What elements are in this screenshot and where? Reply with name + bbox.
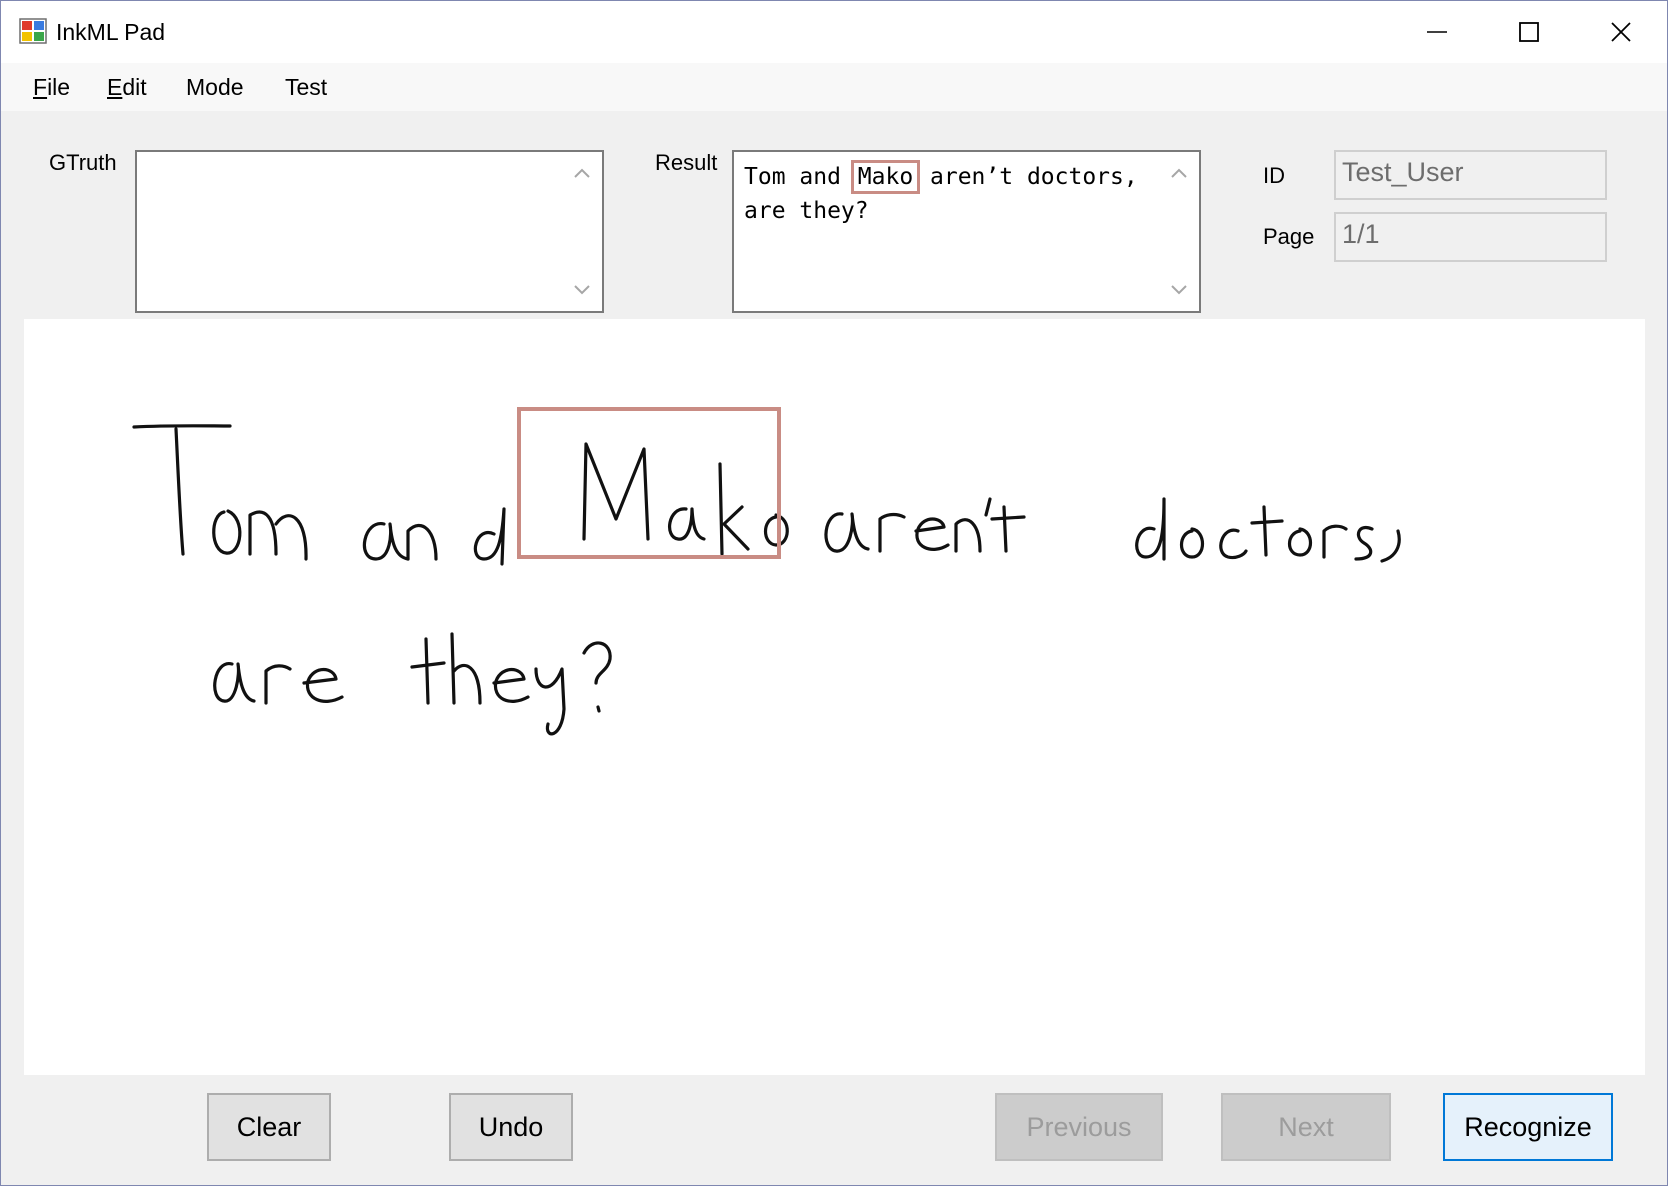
- window-title: InkML Pad: [56, 19, 166, 45]
- menu-edit-mnemonic: E: [107, 74, 123, 100]
- id-field: Test_User: [1334, 150, 1607, 200]
- menu-edit-rest: dit: [122, 74, 147, 100]
- maximize-icon: [1519, 22, 1539, 42]
- undo-button[interactable]: Undo: [449, 1093, 573, 1161]
- page-field: 1/1: [1334, 212, 1607, 262]
- id-label: ID: [1263, 163, 1285, 188]
- result-label: Result: [655, 150, 718, 175]
- result-highlighted-word: Mako: [850, 160, 921, 194]
- minimize-icon: [1427, 31, 1447, 33]
- gtruth-scrollbar[interactable]: [564, 154, 600, 309]
- menu-bar: File Edit Mode Test: [1, 63, 1667, 111]
- handwriting-strokes: [132, 407, 1401, 736]
- chevron-up-icon[interactable]: [1169, 166, 1189, 180]
- close-button[interactable]: [1575, 1, 1667, 63]
- result-textbox[interactable]: Tom and Mako aren’t doctors, are they?: [732, 150, 1201, 313]
- menu-test[interactable]: Test: [283, 72, 329, 102]
- page-label: Page: [1263, 224, 1315, 249]
- previous-button[interactable]: Previous: [995, 1093, 1163, 1161]
- recognize-button[interactable]: Recognize: [1443, 1093, 1613, 1161]
- inkml-app-icon: [19, 18, 47, 44]
- ink-canvas[interactable]: [24, 319, 1645, 1075]
- title-bar[interactable]: InkML Pad: [1, 1, 1667, 63]
- menu-mode[interactable]: Mode: [184, 72, 246, 102]
- menu-edit[interactable]: Edit: [105, 72, 149, 102]
- result-text-before: Tom and: [744, 164, 855, 190]
- minimize-button[interactable]: [1391, 1, 1483, 63]
- close-icon: [1611, 22, 1631, 42]
- gtruth-label: GTruth: [49, 150, 117, 175]
- next-button[interactable]: Next: [1221, 1093, 1391, 1161]
- maximize-button[interactable]: [1483, 1, 1575, 63]
- chevron-down-icon[interactable]: [572, 283, 592, 297]
- gtruth-textbox[interactable]: [135, 150, 604, 313]
- menu-file-rest: ile: [47, 74, 71, 100]
- result-text: Tom and Mako aren’t doctors, are they?: [744, 160, 1159, 228]
- chevron-up-icon[interactable]: [572, 166, 592, 180]
- chevron-down-icon[interactable]: [1169, 283, 1189, 297]
- clear-button[interactable]: Clear: [207, 1093, 331, 1161]
- menu-file[interactable]: File: [31, 72, 72, 102]
- app-window: InkML Pad File Edit Mode Test GTruth Res…: [0, 0, 1668, 1186]
- result-scrollbar[interactable]: [1161, 154, 1197, 309]
- menu-file-mnemonic: F: [33, 74, 48, 100]
